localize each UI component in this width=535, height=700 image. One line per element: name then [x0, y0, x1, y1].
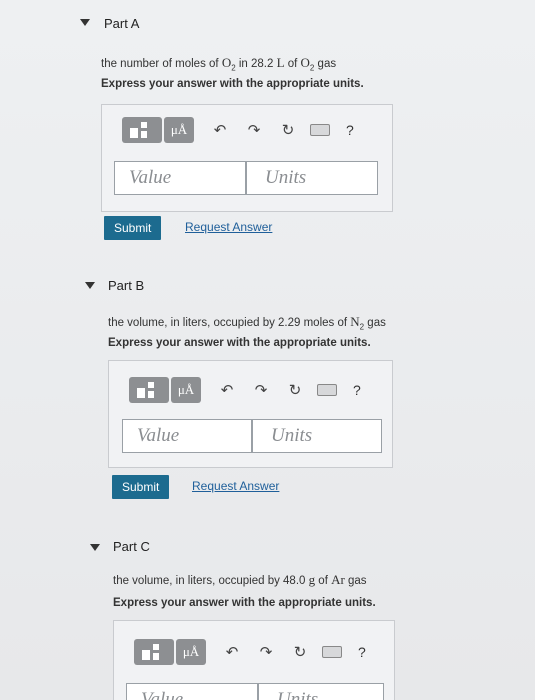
part-b: Part B the volume, in liters, occupied b… — [0, 262, 535, 520]
templates-button[interactable] — [129, 377, 169, 403]
undo-icon[interactable]: ↶ — [210, 121, 230, 139]
keyboard-icon[interactable] — [322, 646, 342, 658]
question-text: the volume, in liters, occupied by 48.0 … — [113, 572, 367, 587]
answer-box: μÅ ↶ ↷ ↻ ? Value Units — [108, 360, 393, 468]
templates-icon — [137, 382, 161, 398]
reset-icon[interactable]: ↻ — [285, 381, 305, 399]
assignment-page: Part A the number of moles of O2 in 28.2… — [0, 0, 535, 700]
math-toolbar: μÅ ↶ ↷ ↻ ? — [134, 639, 366, 665]
templates-button[interactable] — [122, 117, 162, 143]
math-toolbar: μÅ ↶ ↷ ↻ ? — [129, 377, 361, 403]
units-symbol-button[interactable]: μÅ — [171, 377, 201, 403]
templates-icon — [130, 122, 154, 138]
submit-button[interactable]: Submit — [104, 216, 162, 240]
value-input[interactable]: Value — [126, 683, 258, 700]
request-answer-link[interactable]: Request Answer — [185, 220, 272, 234]
value-input[interactable]: Value — [114, 161, 246, 195]
instruction-text: Express your answer with the appropriate… — [108, 337, 371, 349]
answer-box: μÅ ↶ ↷ ↻ ? Value Units — [101, 104, 393, 212]
value-input[interactable]: Value — [122, 419, 252, 453]
units-symbol-button[interactable]: μÅ — [164, 117, 194, 143]
redo-icon[interactable]: ↷ — [256, 643, 276, 661]
redo-icon[interactable]: ↷ — [251, 381, 271, 399]
templates-icon — [142, 644, 166, 660]
part-a: Part A the number of moles of O2 in 28.2… — [0, 0, 535, 260]
units-input[interactable]: Units — [258, 683, 384, 700]
part-title: Part B — [108, 278, 145, 293]
undo-icon[interactable]: ↶ — [217, 381, 237, 399]
answer-box: μÅ ↶ ↷ ↻ ? Value Units — [113, 620, 395, 700]
units-input[interactable]: Units — [252, 419, 382, 453]
instruction-text: Express your answer with the appropriate… — [113, 597, 376, 609]
math-toolbar: μÅ ↶ ↷ ↻ ? — [122, 117, 354, 143]
redo-icon[interactable]: ↷ — [244, 121, 264, 139]
reset-icon[interactable]: ↻ — [278, 121, 298, 139]
keyboard-icon[interactable] — [317, 384, 337, 396]
collapse-toggle-icon[interactable] — [85, 282, 95, 289]
part-c: Part C the volume, in liters, occupied b… — [0, 522, 535, 700]
templates-button[interactable] — [134, 639, 174, 665]
part-title: Part C — [113, 539, 150, 554]
question-text: the volume, in liters, occupied by 2.29 … — [108, 314, 386, 332]
help-icon[interactable]: ? — [346, 122, 354, 138]
part-title: Part A — [104, 16, 140, 31]
reset-icon[interactable]: ↻ — [290, 643, 310, 661]
instruction-text: Express your answer with the appropriate… — [101, 78, 364, 90]
undo-icon[interactable]: ↶ — [222, 643, 242, 661]
collapse-toggle-icon[interactable] — [80, 19, 90, 26]
help-icon[interactable]: ? — [353, 382, 361, 398]
units-input[interactable]: Units — [246, 161, 378, 195]
keyboard-icon[interactable] — [310, 124, 330, 136]
request-answer-link[interactable]: Request Answer — [192, 479, 279, 493]
question-text: the number of moles of O2 in 28.2 L of O… — [101, 55, 337, 73]
submit-button[interactable]: Submit — [112, 475, 170, 499]
help-icon[interactable]: ? — [358, 644, 366, 660]
units-symbol-button[interactable]: μÅ — [176, 639, 206, 665]
collapse-toggle-icon[interactable] — [90, 544, 100, 551]
